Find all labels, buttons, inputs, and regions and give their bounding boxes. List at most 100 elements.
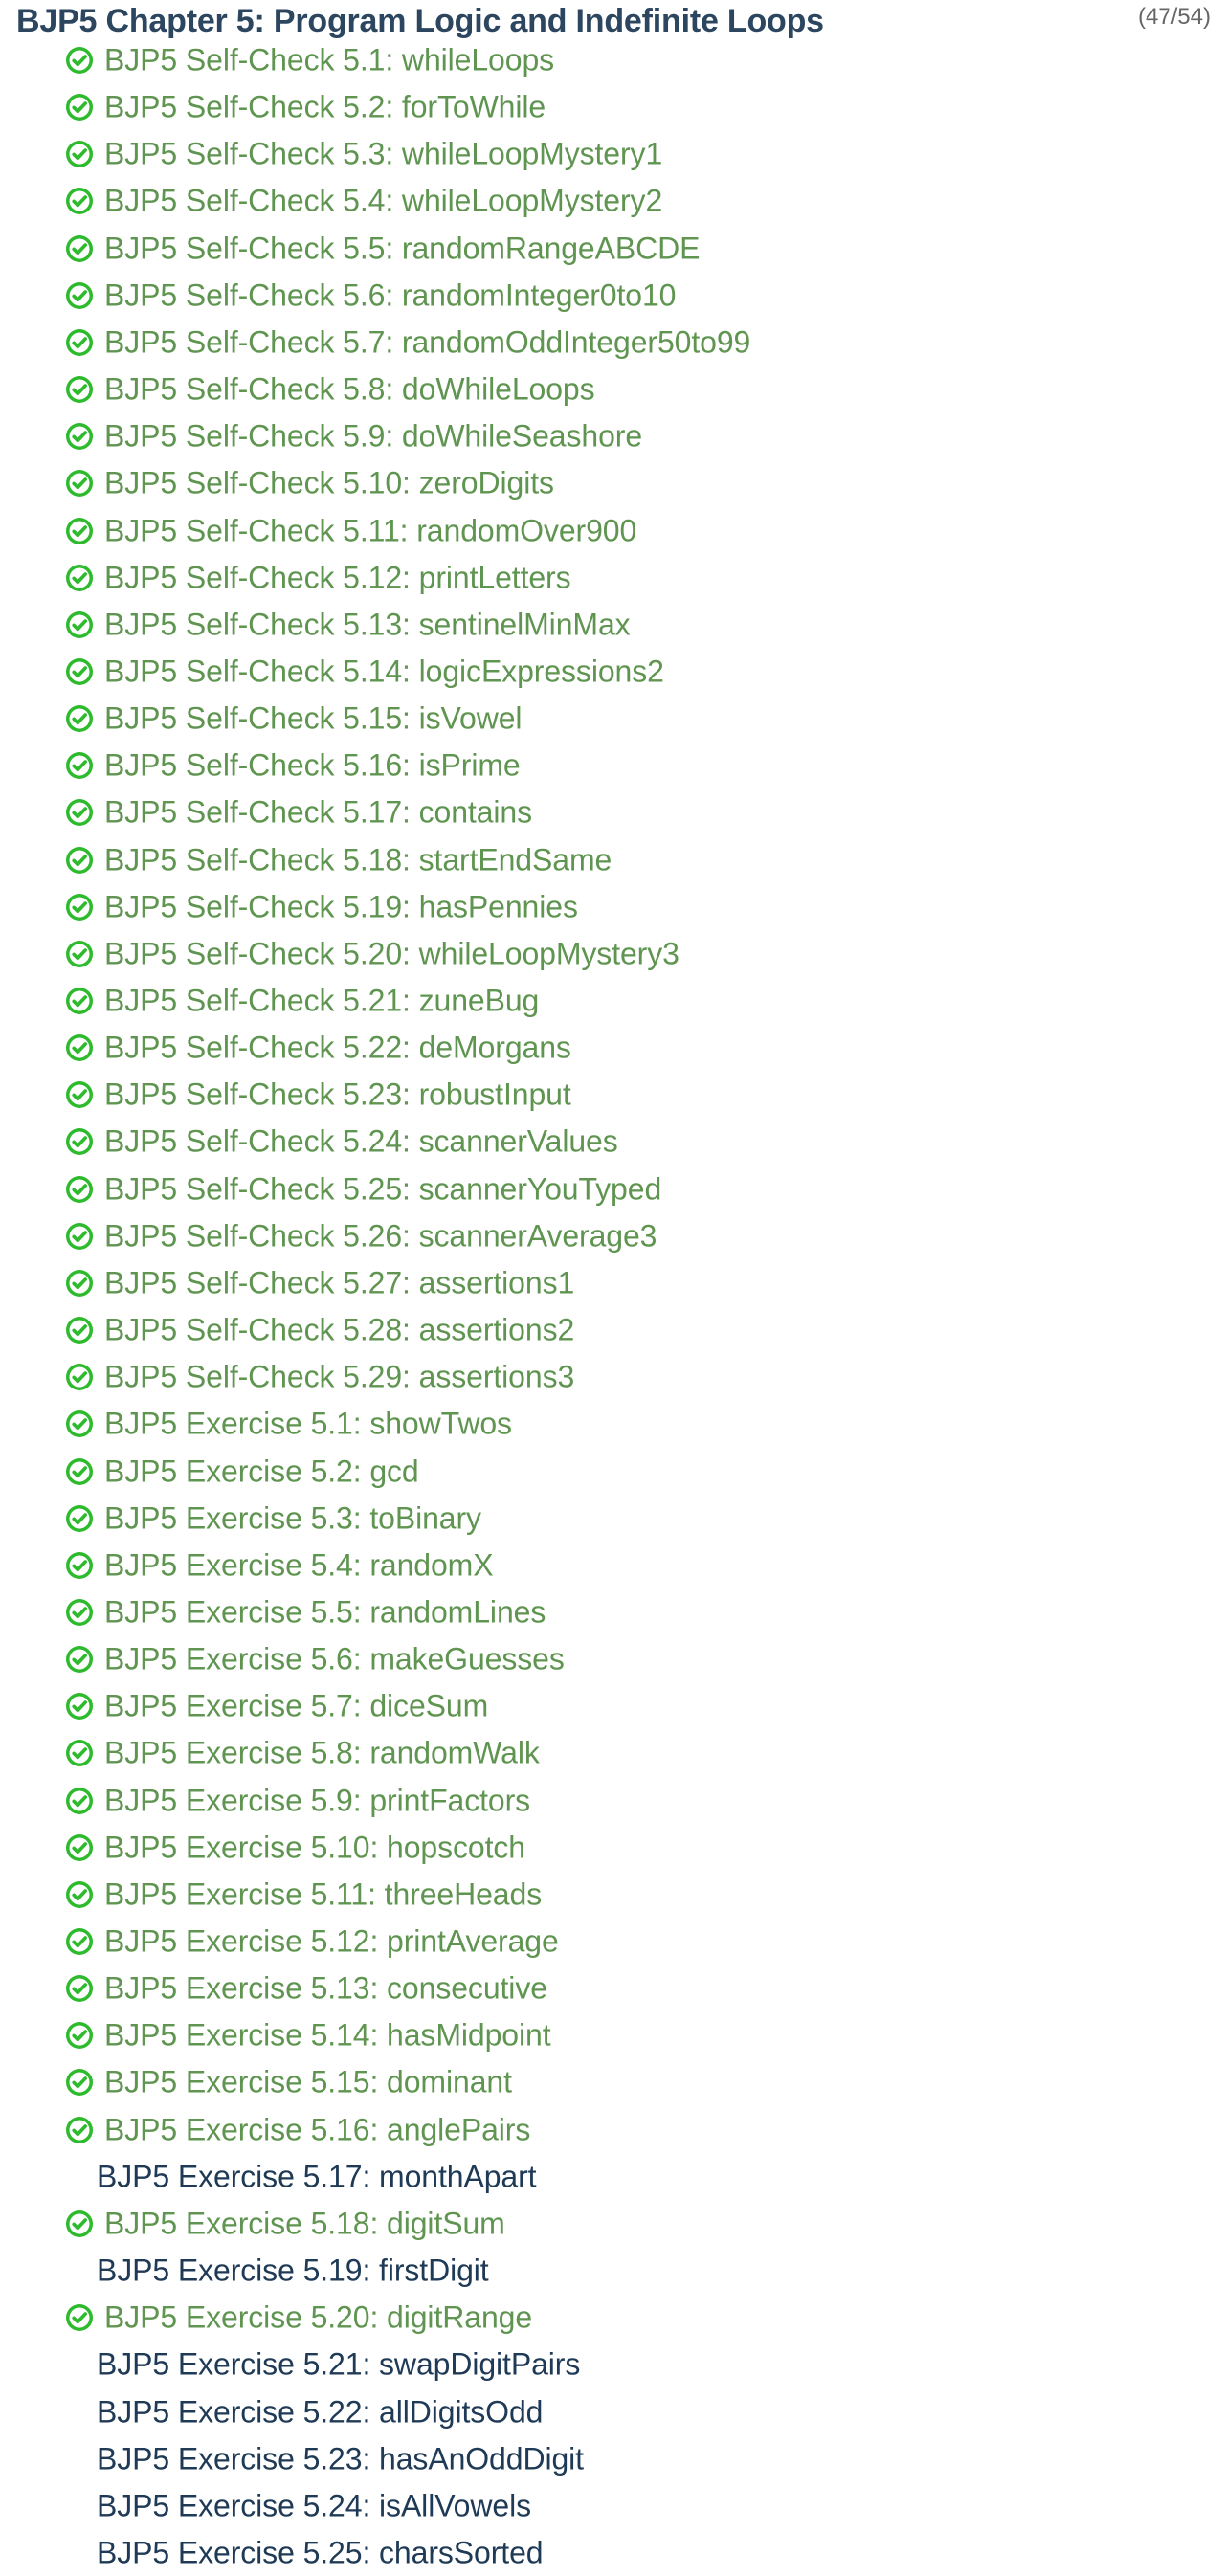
problem-link[interactable]: BJP5 Self-Check 5.5: randomRangeABCDE [104,231,700,266]
check-circle-icon [65,1880,94,1909]
problem-link[interactable]: BJP5 Exercise 5.7: diceSum [104,1689,488,1724]
problem-link[interactable]: BJP5 Exercise 5.15: dominant [104,2065,512,2100]
problem-item: BJP5 Exercise 5.8: randomWalk [0,1730,1148,1776]
check-circle-icon [65,375,94,404]
problem-link[interactable]: BJP5 Self-Check 5.17: contains [104,795,532,831]
problem-link[interactable]: BJP5 Exercise 5.11: threeHeads [104,1876,542,1912]
problem-item: BJP5 Self-Check 5.17: contains [0,789,1148,835]
problem-item: BJP5 Exercise 5.14: hasMidpoint [0,2012,1148,2058]
problem-link[interactable]: BJP5 Exercise 5.23: hasAnOddDigit [97,2441,584,2476]
problem-link[interactable]: BJP5 Self-Check 5.4: whileLoopMystery2 [104,184,662,219]
problem-link[interactable]: BJP5 Exercise 5.18: digitSum [104,2206,505,2241]
problem-link[interactable]: BJP5 Exercise 5.19: firstDigit [97,2254,489,2289]
check-circle-icon [65,140,94,168]
problem-link[interactable]: BJP5 Exercise 5.4: randomX [104,1547,494,1583]
check-circle-icon [65,2303,94,2332]
problem-item: BJP5 Exercise 5.3: toBinary [0,1496,1148,1542]
problem-item: BJP5 Self-Check 5.11: randomOver900 [0,508,1148,554]
check-circle-icon [65,1175,94,1204]
check-circle-icon [65,234,94,263]
problem-link[interactable]: BJP5 Exercise 5.6: makeGuesses [104,1642,565,1677]
problem-link[interactable]: BJP5 Exercise 5.12: printAverage [104,1924,559,1960]
problem-link[interactable]: BJP5 Exercise 5.9: printFactors [104,1783,530,1818]
check-circle-icon [65,846,94,875]
problem-item: BJP5 Exercise 5.22: allDigitsOdd [0,2389,1148,2435]
problem-item: BJP5 Self-Check 5.14: logicExpressions2 [0,649,1148,695]
problem-link[interactable]: BJP5 Self-Check 5.26: scannerAverage3 [104,1218,657,1254]
check-circle-icon [65,1363,94,1391]
problem-link[interactable]: BJP5 Exercise 5.16: anglePairs [104,2112,530,2147]
problem-link[interactable]: BJP5 Self-Check 5.18: startEndSame [104,842,612,877]
check-circle-icon [65,187,94,215]
problem-link[interactable]: BJP5 Self-Check 5.8: doWhileLoops [104,372,595,408]
problem-link[interactable]: BJP5 Self-Check 5.7: randomOddInteger50t… [104,324,750,360]
problem-link[interactable]: BJP5 Exercise 5.5: randomLines [104,1594,546,1630]
problem-link[interactable]: BJP5 Self-Check 5.1: whileLoops [104,43,554,78]
problem-link[interactable]: BJP5 Self-Check 5.11: randomOver900 [104,513,636,548]
problem-item: BJP5 Exercise 5.9: printFactors [0,1778,1148,1824]
problem-link[interactable]: BJP5 Exercise 5.24: isAllVowels [97,2488,531,2523]
problem-link[interactable]: BJP5 Exercise 5.20: digitRange [104,2300,532,2336]
problem-link[interactable]: BJP5 Self-Check 5.29: assertions3 [104,1360,574,1395]
problem-link[interactable]: BJP5 Self-Check 5.27: assertions1 [104,1265,574,1300]
problem-item: BJP5 Exercise 5.6: makeGuesses [0,1636,1148,1682]
problem-link[interactable]: BJP5 Self-Check 5.19: hasPennies [104,889,578,924]
problem-link[interactable]: BJP5 Self-Check 5.21: zuneBug [104,984,539,1019]
problem-item: BJP5 Exercise 5.13: consecutive [0,1965,1148,2011]
problem-item: BJP5 Exercise 5.23: hasAnOddDigit [0,2436,1148,2482]
problem-link[interactable]: BJP5 Exercise 5.14: hasMidpoint [104,2018,551,2054]
check-circle-icon [65,987,94,1015]
problem-link[interactable]: BJP5 Self-Check 5.25: scannerYouTyped [104,1171,661,1207]
problem-link[interactable]: BJP5 Self-Check 5.22: deMorgans [104,1031,571,1066]
problem-link[interactable]: BJP5 Self-Check 5.15: isVowel [104,701,523,737]
problem-item: BJP5 Self-Check 5.7: randomOddInteger50t… [0,320,1148,366]
problem-link[interactable]: BJP5 Self-Check 5.12: printLetters [104,560,571,595]
problem-link[interactable]: BJP5 Self-Check 5.10: zeroDigits [104,466,554,501]
problem-item: BJP5 Exercise 5.25: charsSorted [0,2530,1148,2576]
problem-link[interactable]: BJP5 Self-Check 5.16: isPrime [104,748,521,784]
chapter-title[interactable]: BJP5 Chapter 5: Program Logic and Indefi… [16,3,824,40]
check-circle-icon [65,1692,94,1721]
problem-item: BJP5 Exercise 5.7: diceSum [0,1683,1148,1729]
check-circle-icon [65,1033,94,1062]
problem-link[interactable]: BJP5 Exercise 5.17: monthApart [97,2159,537,2194]
check-circle-icon [65,328,94,357]
problem-link[interactable]: BJP5 Self-Check 5.14: logicExpressions2 [104,654,664,689]
check-circle-icon [65,2210,94,2238]
check-circle-icon [65,1504,94,1533]
check-circle-icon [65,93,94,122]
problem-link[interactable]: BJP5 Self-Check 5.24: scannerValues [104,1124,618,1160]
check-circle-icon [65,704,94,733]
problem-link[interactable]: BJP5 Exercise 5.21: swapDigitPairs [97,2347,580,2383]
problem-item: BJP5 Exercise 5.5: randomLines [0,1589,1148,1635]
problem-link[interactable]: BJP5 Exercise 5.1: showTwos [104,1407,512,1442]
problem-item: BJP5 Self-Check 5.13: sentinelMinMax [0,602,1148,648]
problem-link[interactable]: BJP5 Self-Check 5.28: assertions2 [104,1313,574,1348]
problem-link[interactable]: BJP5 Self-Check 5.2: forToWhile [104,90,546,125]
problem-link[interactable]: BJP5 Self-Check 5.20: whileLoopMystery3 [104,936,679,971]
problem-link[interactable]: BJP5 Self-Check 5.23: robustInput [104,1077,571,1113]
problem-link[interactable]: BJP5 Self-Check 5.9: doWhileSeashore [104,419,642,455]
problem-link[interactable]: BJP5 Exercise 5.2: gcd [104,1454,419,1489]
check-circle-icon [65,893,94,922]
problem-item: BJP5 Exercise 5.20: digitRange [0,2295,1148,2341]
check-circle-icon [65,940,94,968]
problem-link[interactable]: BJP5 Self-Check 5.6: randomInteger0to10 [104,278,676,313]
problem-item: BJP5 Self-Check 5.19: hasPennies [0,884,1148,930]
problem-link[interactable]: BJP5 Exercise 5.3: toBinary [104,1500,481,1536]
problem-item: BJP5 Self-Check 5.27: assertions1 [0,1260,1148,1306]
problem-link[interactable]: BJP5 Exercise 5.25: charsSorted [97,2535,544,2570]
check-circle-icon [65,2068,94,2097]
problem-link[interactable]: BJP5 Self-Check 5.3: whileLoopMystery1 [104,137,662,172]
problem-link[interactable]: BJP5 Exercise 5.22: allDigitsOdd [97,2394,543,2430]
check-circle-icon [65,1316,94,1344]
problem-link[interactable]: BJP5 Self-Check 5.13: sentinelMinMax [104,607,631,642]
problem-link[interactable]: BJP5 Exercise 5.13: consecutive [104,1971,547,2007]
check-circle-icon [65,1410,94,1438]
check-circle-icon [65,1927,94,1956]
check-circle-icon [65,798,94,827]
problem-item: BJP5 Self-Check 5.2: forToWhile [0,84,1148,130]
problem-link[interactable]: BJP5 Exercise 5.10: hopscotch [104,1830,525,1865]
problem-link[interactable]: BJP5 Exercise 5.8: randomWalk [104,1736,540,1771]
problem-item: BJP5 Exercise 5.17: monthApart [0,2154,1148,2200]
